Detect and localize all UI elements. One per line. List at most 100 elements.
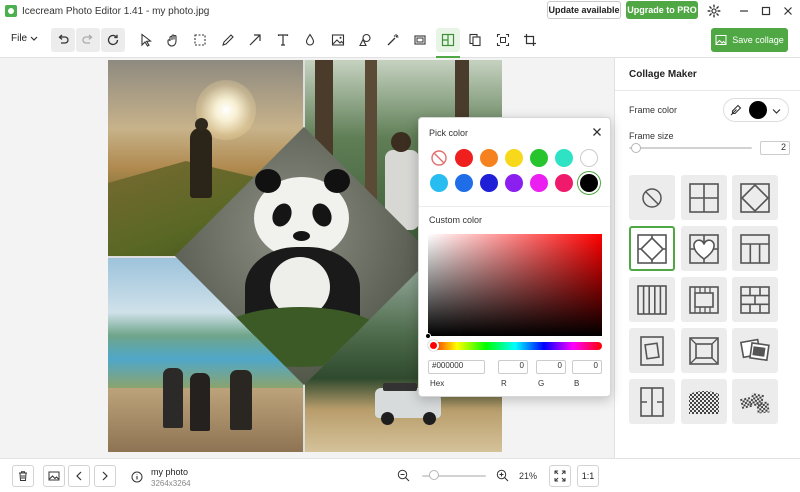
- color-swatch[interactable]: [455, 174, 473, 192]
- layout-diamond[interactable]: [732, 175, 778, 220]
- hue-slider-thumb[interactable]: [428, 340, 439, 351]
- info-icon[interactable]: [131, 471, 143, 483]
- minimize-icon[interactable]: [733, 0, 755, 22]
- arrow-tool[interactable]: [243, 28, 267, 52]
- effects-tool[interactable]: [353, 28, 377, 52]
- maximize-icon[interactable]: [755, 0, 777, 22]
- color-swatch[interactable]: [555, 149, 573, 167]
- main-toolbar: File Save collage: [0, 22, 800, 58]
- chevron-down-icon: [772, 106, 781, 118]
- frame-color-label: Frame color: [629, 105, 678, 115]
- color-swatch[interactable]: [480, 149, 498, 167]
- undo-button[interactable]: [51, 28, 75, 52]
- zoom-slider-thumb[interactable]: [428, 470, 439, 480]
- retouch-tool[interactable]: [381, 28, 405, 52]
- combine-tool[interactable]: [463, 28, 487, 52]
- previous-button[interactable]: [68, 465, 90, 487]
- color-swatch[interactable]: [430, 174, 448, 192]
- undo-icon: [58, 34, 69, 44]
- color-gradient-field[interactable]: [428, 234, 602, 336]
- zoom-out-icon[interactable]: [397, 469, 410, 482]
- update-available-button[interactable]: Update available: [547, 1, 621, 19]
- layout-vertical-strips[interactable]: [629, 277, 675, 322]
- pick-color-title: Pick color: [429, 128, 469, 138]
- actual-size-button[interactable]: 1:1: [577, 465, 599, 487]
- layout-frame-center[interactable]: [629, 328, 675, 373]
- layout-checker-scatter[interactable]: [732, 379, 778, 424]
- custom-color-label: Custom color: [429, 215, 483, 225]
- frame-icon: [414, 35, 426, 45]
- b-input[interactable]: 0: [572, 360, 602, 374]
- frame-size-slider[interactable]: [629, 147, 752, 149]
- shapes-icon: [359, 33, 371, 47]
- color-swatch[interactable]: [530, 174, 548, 192]
- pan-tool[interactable]: [161, 28, 185, 52]
- reset-button[interactable]: [101, 28, 125, 52]
- zoom-in-icon[interactable]: [496, 469, 509, 482]
- cursor-icon: [141, 33, 152, 47]
- delete-button[interactable]: [12, 465, 34, 487]
- area-select-icon: [496, 33, 510, 47]
- collage-maker-panel: Collage Maker Frame color Frame size 2: [614, 58, 800, 458]
- select-area-tool[interactable]: [491, 28, 515, 52]
- gradient-marker[interactable]: [425, 333, 431, 339]
- marquee-tool[interactable]: [188, 28, 212, 52]
- layout-header-columns[interactable]: [732, 226, 778, 271]
- brush-tool[interactable]: [216, 28, 240, 52]
- color-swatch[interactable]: [455, 149, 473, 167]
- file-name: my photo: [151, 467, 189, 477]
- layout-diamond-grid[interactable]: [629, 226, 675, 271]
- resize-tool[interactable]: [408, 28, 432, 52]
- add-image-button[interactable]: [43, 465, 65, 487]
- no-color-swatch[interactable]: [430, 149, 448, 167]
- hue-slider[interactable]: [428, 342, 602, 350]
- frame-size-slider-thumb[interactable]: [631, 143, 642, 153]
- text-tool[interactable]: [271, 28, 295, 52]
- magic-wand-icon: [387, 34, 399, 46]
- title-bar: Icecream Photo Editor 1.41 - my photo.jp…: [0, 0, 800, 22]
- panel-divider: [615, 90, 800, 91]
- arrow-icon: [249, 34, 261, 46]
- fit-to-screen-button[interactable]: [549, 465, 571, 487]
- r-input[interactable]: 0: [498, 360, 528, 374]
- file-dimensions: 3264x3264: [151, 479, 191, 488]
- layout-bevel-frame[interactable]: [681, 328, 727, 373]
- frame-size-input[interactable]: 2: [760, 141, 790, 155]
- select-tool[interactable]: [134, 28, 158, 52]
- crop-icon: [524, 34, 536, 46]
- file-menu[interactable]: File: [11, 33, 38, 44]
- layout-film-frame[interactable]: [681, 277, 727, 322]
- color-swatch[interactable]: [505, 174, 523, 192]
- layout-split-arrows[interactable]: [629, 379, 675, 424]
- layout-heart[interactable]: [681, 226, 727, 271]
- eyedropper-icon[interactable]: [729, 103, 743, 117]
- color-swatch[interactable]: [505, 149, 523, 167]
- save-collage-button[interactable]: Save collage: [711, 28, 788, 52]
- color-swatch[interactable]: [555, 174, 573, 192]
- layout-2x2-grid[interactable]: [681, 175, 727, 220]
- trash-icon: [19, 471, 27, 481]
- settings-gear-icon[interactable]: [703, 0, 725, 22]
- collage-tool[interactable]: [436, 28, 460, 58]
- layout-checker-wave[interactable]: [681, 379, 727, 424]
- image-adjust-tool[interactable]: [326, 28, 350, 52]
- drop-icon: [305, 33, 315, 46]
- color-swatch[interactable]: [530, 149, 548, 167]
- layout-brick[interactable]: [732, 277, 778, 322]
- layout-none[interactable]: [629, 175, 675, 220]
- layout-stacked-photos[interactable]: [732, 328, 778, 373]
- redo-button[interactable]: [76, 28, 100, 52]
- crop-tool[interactable]: [518, 28, 542, 52]
- hex-input[interactable]: #000000: [428, 360, 485, 374]
- close-icon[interactable]: [590, 125, 604, 139]
- color-swatch[interactable]: [580, 149, 598, 167]
- fill-tool[interactable]: [298, 28, 322, 52]
- frame-color-swatch: [749, 101, 767, 119]
- upgrade-to-pro-button[interactable]: Upgrade to PRO: [626, 1, 698, 19]
- next-button[interactable]: [94, 465, 116, 487]
- color-swatch[interactable]: [480, 174, 498, 192]
- g-input[interactable]: 0: [536, 360, 566, 374]
- frame-color-dropdown[interactable]: [723, 98, 789, 122]
- close-window-icon[interactable]: [777, 0, 799, 22]
- color-swatch[interactable]: [580, 174, 598, 192]
